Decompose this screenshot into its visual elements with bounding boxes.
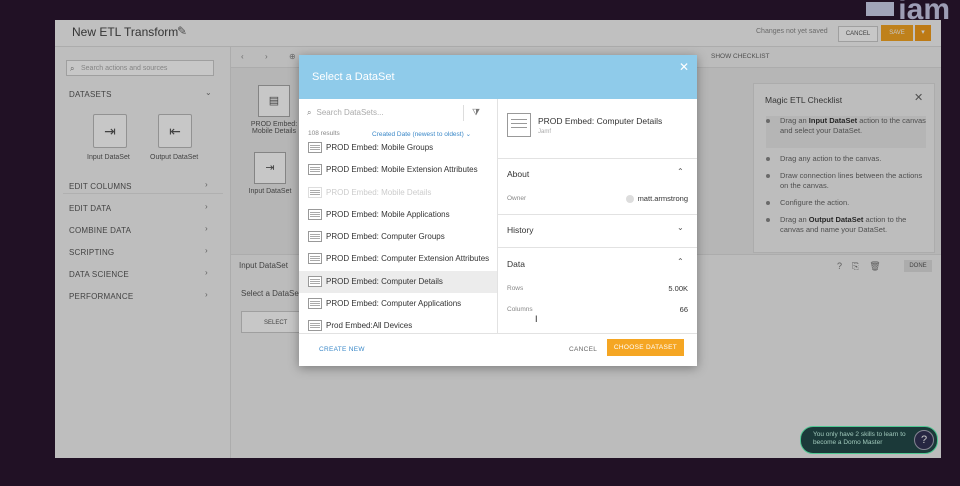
results-count: 108 results bbox=[308, 130, 340, 137]
chevron-up-icon[interactable]: ⌃ bbox=[677, 257, 684, 266]
select-dataset-modal: Select a DataSet ✕ ⌕ Search DataSets... ⧩… bbox=[299, 55, 697, 366]
dataset-list-item-label: PROD Embed: Computer Details bbox=[326, 276, 443, 286]
choose-dataset-button[interactable]: CHOOSE DATASET bbox=[607, 339, 684, 356]
dataset-icon bbox=[308, 208, 322, 220]
dataset-list-item[interactable]: PROD Embed: Computer Groups bbox=[299, 226, 497, 248]
dataset-list-item[interactable]: PROD Embed: Computer Details bbox=[299, 270, 497, 294]
dataset-list-pane: ⌕ Search DataSets... ⧩ 108 results Create… bbox=[299, 99, 498, 333]
modal-header: Select a DataSet ✕ bbox=[299, 55, 697, 99]
dataset-list-item-label: PROD Embed: Mobile Extension Attributes bbox=[326, 165, 478, 175]
text-cursor-icon: I bbox=[535, 314, 538, 324]
dataset-list-item-label: PROD Embed: Computer Applications bbox=[326, 299, 462, 309]
rows-value: 5.00K bbox=[668, 284, 688, 293]
modal-footer: CREATE NEW CANCEL CHOOSE DATASET bbox=[299, 333, 697, 367]
search-icon: ⌕ bbox=[307, 108, 312, 117]
dataset-icon bbox=[308, 298, 322, 310]
rows-label: Rows bbox=[507, 285, 524, 292]
dataset-list-item[interactable]: PROD Embed: Mobile Applications bbox=[299, 204, 497, 226]
dataset-list-item[interactable]: PROD Embed: Computer Applications bbox=[299, 293, 497, 315]
dataset-icon bbox=[308, 164, 322, 176]
cancel-button[interactable]: CANCEL bbox=[569, 346, 597, 353]
dataset-list-item[interactable]: Prod Embed:All Devices bbox=[299, 315, 497, 333]
dataset-search-placeholder: Search DataSets... bbox=[316, 108, 384, 117]
avatar bbox=[625, 195, 634, 204]
dataset-list-item-label: PROD Embed: Computer Extension Attribute… bbox=[326, 254, 490, 264]
dataset-icon bbox=[308, 186, 322, 198]
dataset-icon bbox=[308, 142, 322, 153]
owner-value: matt.armstrong bbox=[625, 194, 688, 204]
dataset-list-item-label: Prod Embed:All Devices bbox=[326, 321, 413, 331]
dataset-icon bbox=[308, 253, 322, 265]
dataset-icon bbox=[507, 113, 531, 137]
dataset-list-item-label: PROD Embed: Mobile Details bbox=[326, 187, 432, 197]
detail-dataset-title: PROD Embed: Computer Details bbox=[538, 116, 663, 126]
dataset-search-input[interactable]: ⌕ Search DataSets... bbox=[307, 108, 384, 118]
about-section-header[interactable]: About bbox=[507, 169, 529, 179]
chevron-up-icon[interactable]: ⌃ bbox=[677, 167, 684, 176]
history-section-header[interactable]: History bbox=[507, 225, 533, 235]
chevron-down-icon[interactable]: ⌄ bbox=[677, 223, 684, 232]
dataset-list-item[interactable]: PROD Embed: Computer Extension Attribute… bbox=[299, 248, 497, 270]
dataset-list-item-label: PROD Embed: Mobile Groups bbox=[326, 143, 434, 152]
dataset-list-item[interactable]: PROD Embed: Mobile Extension Attributes bbox=[299, 159, 497, 181]
dataset-list-item-label: PROD Embed: Mobile Applications bbox=[326, 209, 450, 219]
dataset-list-item[interactable]: PROD Embed: Mobile Details bbox=[299, 182, 497, 204]
dataset-list: PROD Embed: Mobile Groups PROD Embed: Mob… bbox=[299, 137, 497, 333]
create-new-link[interactable]: CREATE NEW bbox=[319, 346, 365, 353]
data-section-header[interactable]: Data bbox=[507, 259, 525, 269]
detail-dataset-type: Jamf bbox=[538, 129, 552, 135]
dataset-list-item-label: PROD Embed: Computer Groups bbox=[326, 232, 445, 242]
dataset-icon bbox=[308, 275, 322, 287]
owner-label: Owner bbox=[507, 195, 527, 202]
close-icon[interactable]: ✕ bbox=[679, 60, 689, 74]
dataset-icon bbox=[308, 320, 322, 332]
columns-value: 66 bbox=[679, 305, 688, 314]
modal-title: Select a DataSet bbox=[312, 71, 395, 83]
filter-icon[interactable]: ⧩ bbox=[472, 107, 480, 118]
dataset-detail-pane: PROD Embed: Computer Details Jamf About … bbox=[498, 99, 697, 333]
dataset-list-item[interactable]: PROD Embed: Mobile Groups bbox=[299, 137, 497, 159]
columns-label: Columns bbox=[507, 306, 533, 313]
dataset-icon bbox=[308, 231, 322, 243]
